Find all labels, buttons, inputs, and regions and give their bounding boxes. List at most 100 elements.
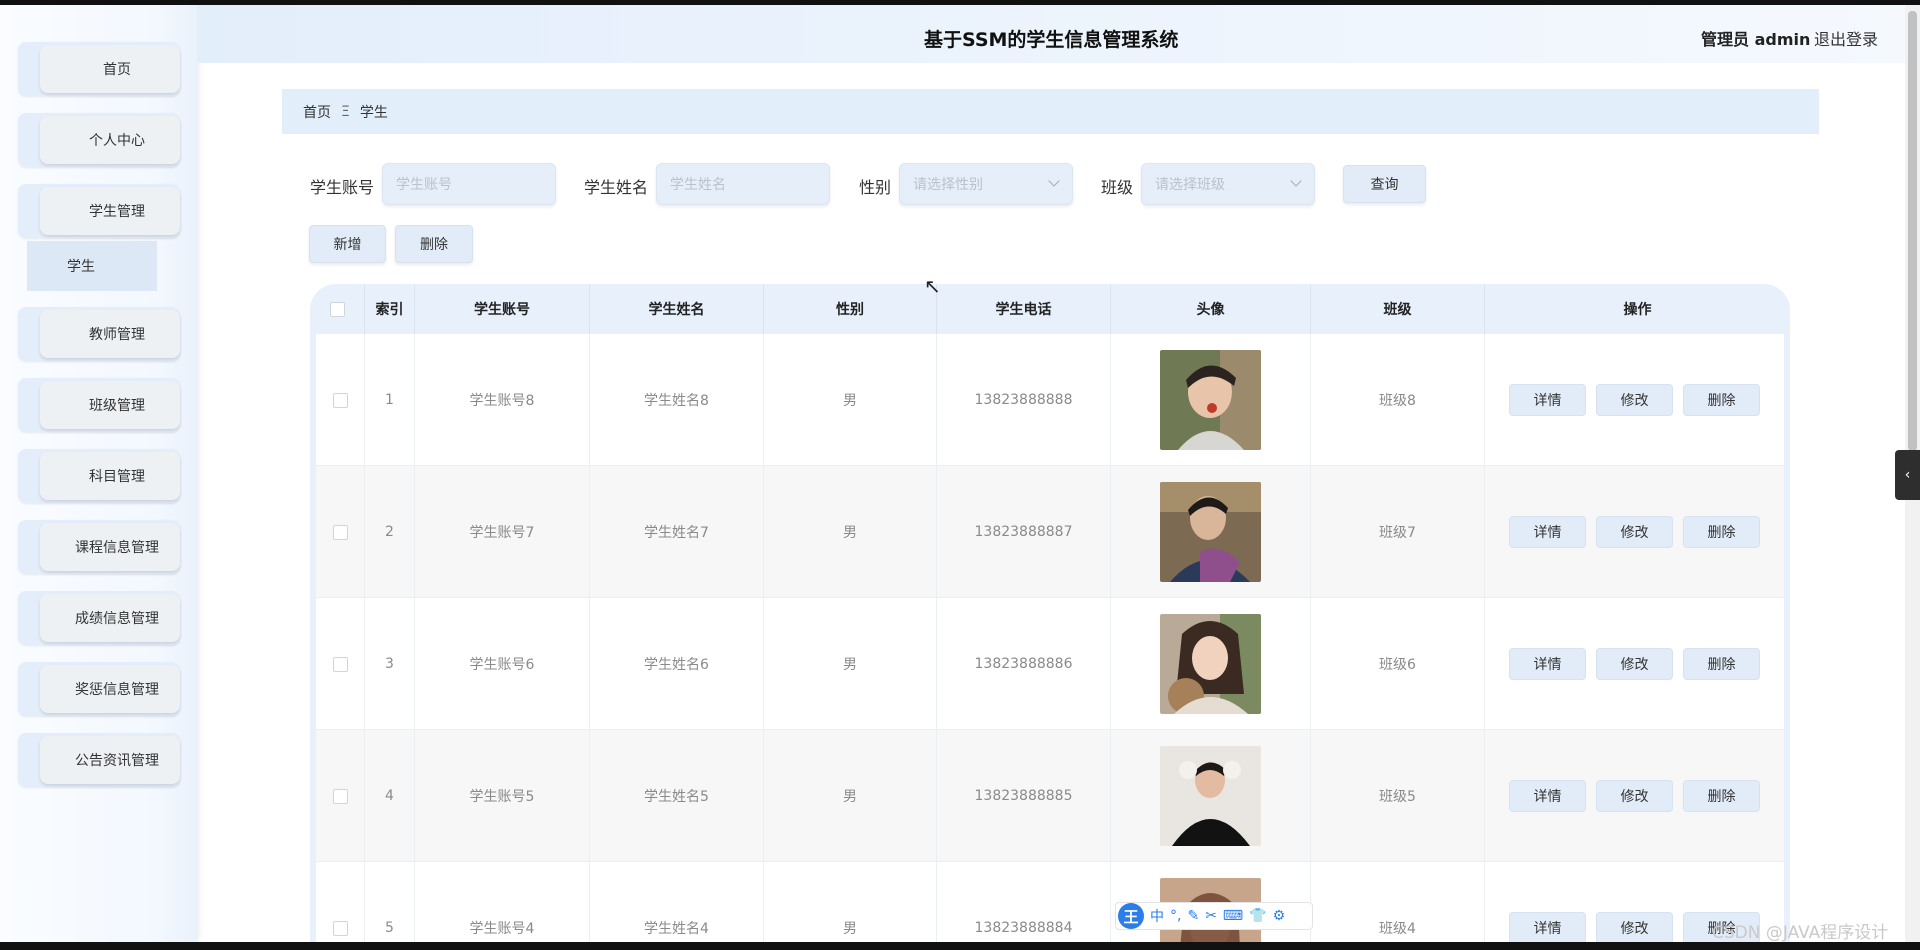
cell-avatar [1111,598,1311,730]
sidebar-subitem-student[interactable]: 学生 [27,241,157,291]
ime-skin-icon[interactable]: 👕 [1249,908,1266,924]
ime-pen-icon[interactable]: ✎ [1187,908,1199,924]
name-input[interactable]: 学生姓名 [656,163,830,205]
cell-account: 学生账号4 [415,862,590,942]
add-button[interactable]: 新增 [309,225,386,263]
cell-actions: 详情 修改 删除 [1485,730,1784,862]
cell-gender: 男 [764,862,937,942]
chevron-down-icon [1048,175,1060,187]
cell-avatar [1111,466,1311,598]
cell-phone: 13823888886 [937,598,1111,730]
sidebar-item-grades[interactable]: 成绩信息管理 [18,591,180,645]
row-checkbox[interactable] [332,656,348,672]
ime-toolbar[interactable]: 王 中 °, ✎ ✂ ⌨ 👕 ⚙ [1115,902,1313,930]
breadcrumb: 首页 Ξ 学生 [282,89,1819,134]
cell-index: 1 [365,334,415,466]
ime-scissors-icon[interactable]: ✂ [1205,908,1217,924]
account-label: 学生账号 [310,178,375,197]
collapse-tab[interactable]: ‹ [1895,450,1920,500]
row-delete-button[interactable]: 删除 [1683,384,1760,416]
edit-button[interactable]: 修改 [1596,516,1673,548]
ime-settings-icon[interactable]: ⚙ [1273,908,1286,924]
sidebar: 首页 个人中心 学生管理 学生 教师管理 班级管理 科目管理 课程信息管理 成绩… [0,5,197,942]
cell-gender: 男 [764,466,937,598]
cell-class: 班级5 [1311,730,1485,862]
row-checkbox[interactable] [332,524,348,540]
class-label: 班级 [1101,178,1134,197]
row-delete-button[interactable]: 删除 [1683,648,1760,680]
row-delete-button[interactable]: 删除 [1683,780,1760,812]
breadcrumb-separator-icon: Ξ [341,103,350,120]
row-delete-button[interactable]: 删除 [1683,516,1760,548]
detail-button[interactable]: 详情 [1509,648,1586,680]
query-button[interactable]: 查询 [1343,165,1426,203]
sidebar-item-subjects[interactable]: 科目管理 [18,449,180,503]
cell-index: 2 [365,466,415,598]
header-index: 索引 [365,284,415,334]
delete-button[interactable]: 删除 [395,225,473,263]
cell-phone: 13823888885 [937,730,1111,862]
table-body: 1 学生账号8 学生姓名8 男 13823888888 班级8 详情 修改 删除 [316,334,1784,942]
chevron-down-icon [1290,175,1302,187]
detail-button[interactable]: 详情 [1509,780,1586,812]
header: 基于SSM的学生信息管理系统 管理员 admin 退出登录 [197,5,1910,63]
cell-index: 4 [365,730,415,862]
sidebar-item-students[interactable]: 学生管理 [18,184,180,238]
logout-link[interactable]: 退出登录 [1814,26,1878,50]
name-label: 学生姓名 [584,178,649,197]
row-select[interactable] [316,730,365,862]
row-select[interactable] [316,334,365,466]
detail-button[interactable]: 详情 [1509,912,1586,942]
ime-logo-icon[interactable]: 王 [1118,903,1144,929]
breadcrumb-current: 学生 [359,104,388,121]
avatar-image [1160,482,1261,582]
row-select[interactable] [316,862,365,942]
cell-avatar [1111,730,1311,862]
table-row: 4 学生账号5 学生姓名5 男 13823888885 班级5 详情 修改 删除 [316,730,1784,862]
header-actions: 操作 [1623,302,1652,318]
cell-actions: 详情 修改 删除 [1485,334,1784,466]
edit-button[interactable]: 修改 [1596,648,1673,680]
gender-select[interactable]: 请选择性别 [899,163,1073,205]
watermark: CSDN @JAVA程序设计 [1712,923,1889,943]
header-account: 学生账号 [415,284,590,334]
account-input[interactable]: 学生账号 [382,163,556,205]
cell-name: 学生姓名4 [590,862,764,942]
edit-button[interactable]: 修改 [1596,780,1673,812]
detail-button[interactable]: 详情 [1509,384,1586,416]
chevron-left-icon: ‹ [1904,467,1911,483]
window-bottom-edge [0,942,1920,950]
breadcrumb-home[interactable]: 首页 [303,102,331,122]
mouse-cursor-icon: ↖ [924,274,941,298]
edit-button[interactable]: 修改 [1596,384,1673,416]
sidebar-item-home[interactable]: 首页 [18,42,180,96]
ime-chinese-mode-icon[interactable]: 中 [1150,906,1164,926]
edit-button[interactable]: 修改 [1596,912,1673,942]
ime-punctuation-icon[interactable]: °, [1170,908,1181,924]
sidebar-item-classes[interactable]: 班级管理 [18,378,180,432]
cell-index: 5 [365,862,415,942]
class-select[interactable]: 请选择班级 [1141,163,1315,205]
row-checkbox[interactable] [332,788,348,804]
row-select[interactable] [316,598,365,730]
sidebar-item-rewards[interactable]: 奖惩信息管理 [18,662,180,716]
cell-class: 班级8 [1311,334,1485,466]
select-all-checkbox[interactable] [329,301,345,317]
sidebar-item-notices[interactable]: 公告资讯管理 [18,733,180,787]
account-placeholder: 学生账号 [396,177,452,193]
header-select-all[interactable] [310,284,365,334]
detail-button[interactable]: 详情 [1509,516,1586,548]
ime-keyboard-icon[interactable]: ⌨ [1223,908,1243,924]
cell-actions: 详情 修改 删除 [1485,466,1784,598]
row-checkbox[interactable] [332,392,348,408]
row-checkbox[interactable] [332,920,348,936]
cell-gender: 男 [764,334,937,466]
sidebar-item-teachers[interactable]: 教师管理 [18,307,180,361]
row-select[interactable] [316,466,365,598]
cell-class: 班级7 [1311,466,1485,598]
sidebar-item-courses[interactable]: 课程信息管理 [18,520,180,574]
scrollbar-thumb[interactable] [1908,11,1917,451]
cell-account: 学生账号6 [415,598,590,730]
cell-name: 学生姓名8 [590,334,764,466]
sidebar-item-profile[interactable]: 个人中心 [18,113,180,167]
